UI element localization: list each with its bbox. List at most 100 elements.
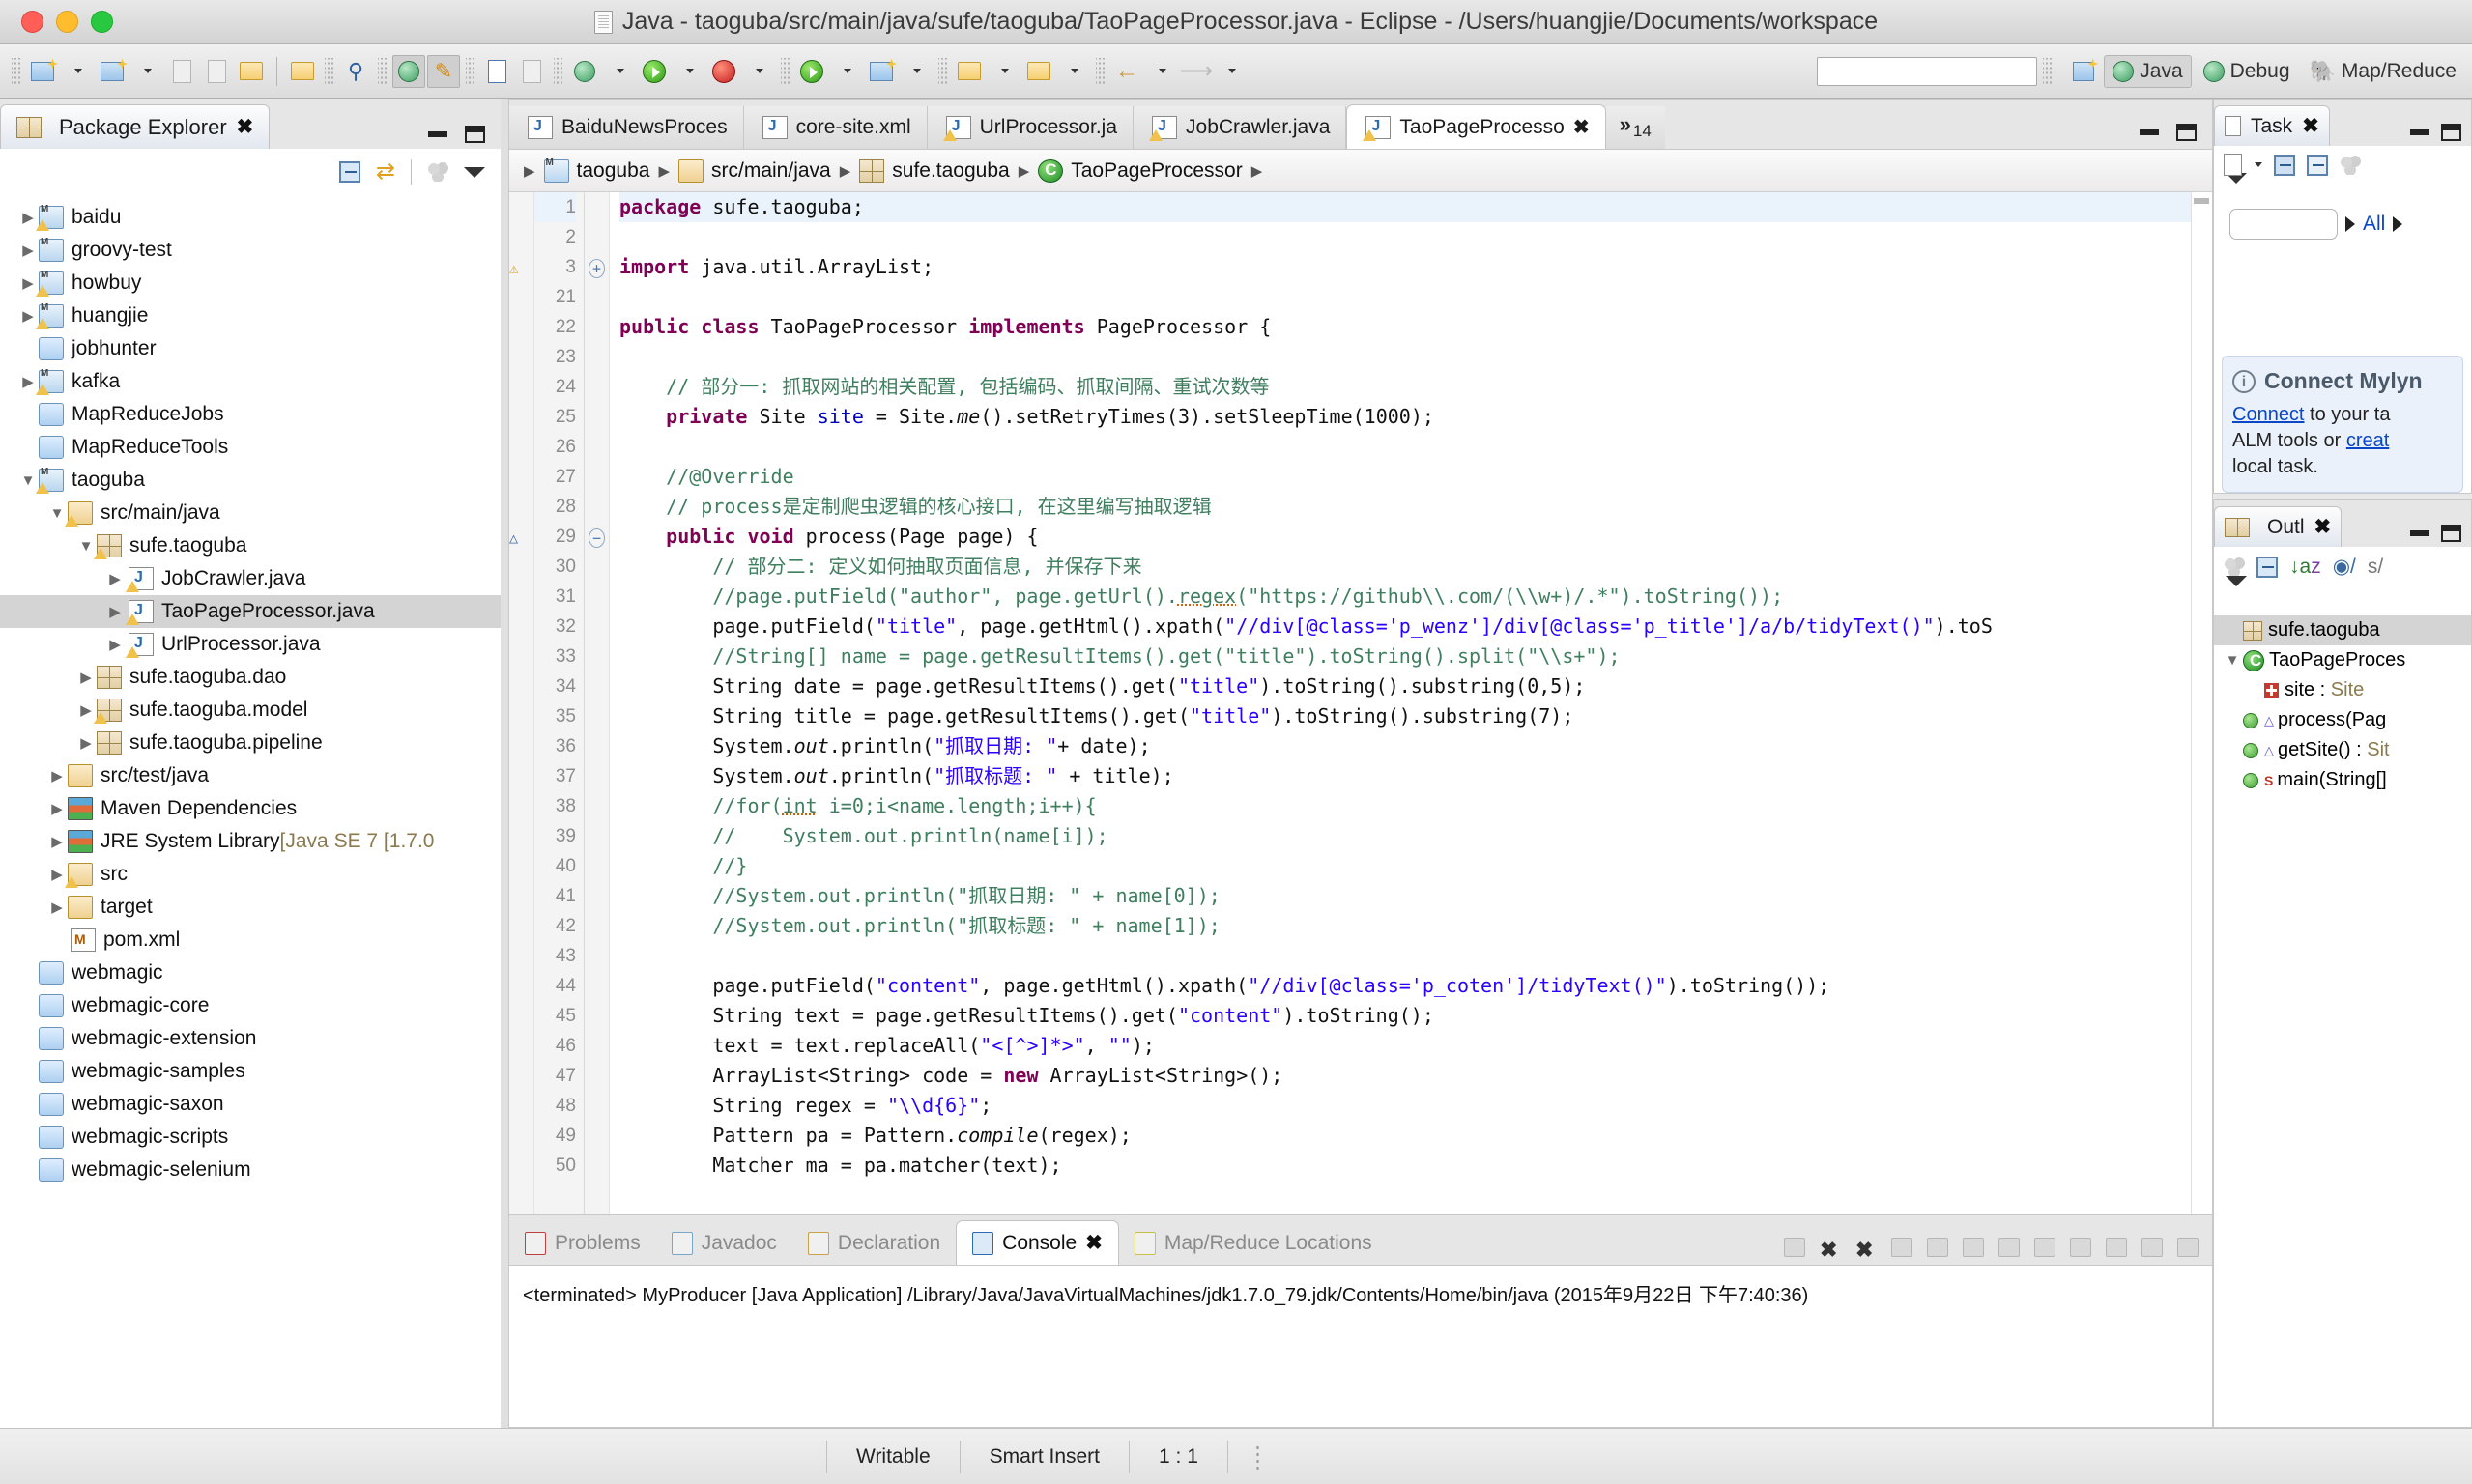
new-wizard-button[interactable]: [26, 55, 59, 88]
collapse-all-icon[interactable]: [2256, 556, 2278, 578]
overview-ruler[interactable]: [2191, 192, 2212, 1214]
chevron-right-icon[interactable]: ▶: [104, 603, 126, 620]
new-task-dropdown-icon[interactable]: [2255, 162, 2262, 167]
coverage-button[interactable]: [795, 55, 828, 88]
maximize-icon[interactable]: [2177, 1238, 2199, 1257]
code-line[interactable]: Pattern pa = Pattern.compile(regex);: [619, 1121, 2212, 1151]
tree-item-mapreducejobs[interactable]: MapReduceJobs: [0, 398, 501, 431]
window-controls[interactable]: [0, 11, 113, 33]
save-button[interactable]: [165, 55, 198, 88]
tree-item-jre-system-library[interactable]: ▶ JRE System Library [Java SE 7 [1.7.0: [0, 825, 501, 858]
tab-outline[interactable]: Outl ✖: [2214, 506, 2343, 547]
pen-tool-button[interactable]: ✎: [427, 54, 460, 88]
outline-tree[interactable]: sufe.taoguba▼TaoPageProcessite : Site△pr…: [2214, 608, 2471, 795]
code-line[interactable]: // 部分二: 定义如何抽取页面信息, 并保存下来: [619, 552, 2212, 582]
toolbar-grip-7[interactable]: [938, 57, 947, 85]
bottom-tab-javadoc[interactable]: Javadoc: [656, 1222, 792, 1265]
fold-toggle-icon[interactable]: +: [585, 252, 609, 282]
close-window-button[interactable]: [21, 11, 43, 33]
terminate-icon[interactable]: [1784, 1238, 1805, 1257]
view-menu-icon[interactable]: [2226, 576, 2247, 603]
coverage-dropdown-button[interactable]: [830, 55, 863, 88]
tree-item-target[interactable]: ▶ target: [0, 891, 501, 924]
open-perspective-button[interactable]: [2067, 55, 2100, 88]
tree-item-src[interactable]: ▶ src: [0, 858, 501, 891]
toolbar-grip-3[interactable]: [378, 57, 387, 85]
toolbar-grip-2[interactable]: [325, 57, 333, 85]
code-line[interactable]: public void process(Page page) {: [619, 522, 2212, 552]
search-button[interactable]: [953, 55, 986, 88]
back-button[interactable]: ←: [1110, 55, 1143, 88]
tree-item-kafka[interactable]: ▶kafka: [0, 365, 501, 398]
fold-toggle-icon[interactable]: −: [585, 522, 609, 552]
chevron-right-icon[interactable]: ▶: [17, 242, 39, 259]
tree-item-sufe-taoguba[interactable]: ▼ sufe.taoguba: [0, 529, 501, 562]
code-line[interactable]: [619, 432, 2212, 462]
tree-item-mapreducetools[interactable]: MapReduceTools: [0, 431, 501, 464]
focus-on-active-task-icon[interactable]: [427, 162, 448, 182]
toolbar-grip[interactable]: [12, 57, 20, 85]
quick-access-input[interactable]: [1817, 56, 2038, 86]
chevron-right-icon[interactable]: ▶: [837, 162, 854, 180]
run-last-tool-button[interactable]: [392, 54, 425, 88]
tree-item-webmagic-scripts[interactable]: webmagic-scripts: [0, 1121, 501, 1154]
filter-prev-icon[interactable]: [2345, 216, 2355, 232]
bottom-tab-problems[interactable]: Problems: [509, 1222, 656, 1265]
categorized-view-icon[interactable]: [2274, 154, 2295, 176]
tree-item-webmagic-saxon[interactable]: webmagic-saxon: [0, 1088, 501, 1121]
minimize-icon[interactable]: [428, 131, 447, 137]
save-all-button[interactable]: [200, 55, 233, 88]
code-line[interactable]: ArrayList<String> code = new ArrayList<S…: [619, 1061, 2212, 1091]
chevron-right-icon[interactable]: ▶: [75, 669, 97, 686]
new-dropdown-button[interactable]: [61, 55, 94, 88]
hide-static-icon[interactable]: s/: [2368, 556, 2383, 579]
tree-item-src-main-java[interactable]: ▼ src/main/java: [0, 497, 501, 529]
maximize-icon[interactable]: [465, 126, 485, 143]
code-line[interactable]: //for(int i=0;i<name.length;i++){: [619, 791, 2212, 821]
tree-item-taopageprocessor-java[interactable]: ▶ TaoPageProcessor.java: [0, 595, 501, 628]
tree-item-sufe-taoguba-model[interactable]: ▶ sufe.taoguba.model: [0, 694, 501, 727]
code-line[interactable]: text = text.replaceAll("<[^>]*>", "");: [619, 1031, 2212, 1061]
chevron-right-icon[interactable]: ▶: [46, 767, 68, 785]
forward-dropdown-button[interactable]: [1215, 55, 1248, 88]
chevron-right-icon[interactable]: ▶: [46, 833, 68, 850]
maximize-icon[interactable]: [2441, 124, 2461, 141]
tree-item-webmagic-extension[interactable]: webmagic-extension: [0, 1022, 501, 1055]
code-line[interactable]: // 部分一: 抓取网站的相关配置, 包括编码、抓取间隔、重试次数等: [619, 372, 2212, 402]
connect-link[interactable]: Connect: [2232, 404, 2305, 425]
code-line[interactable]: String title = page.getResultItems().get…: [619, 701, 2212, 731]
code-line[interactable]: //}: [619, 851, 2212, 881]
code-line[interactable]: public class TaoPageProcessor implements…: [619, 312, 2212, 342]
filter-next-icon[interactable]: [2393, 216, 2403, 232]
display-selected-icon[interactable]: [2034, 1238, 2055, 1257]
focus-task-icon[interactable]: [2340, 155, 2361, 175]
minimize-icon[interactable]: [2140, 129, 2159, 135]
sort-az-icon[interactable]: ↓az: [2289, 556, 2321, 579]
code-line[interactable]: //System.out.println("抓取标题: " + name[1])…: [619, 911, 2212, 941]
tree-item-webmagic[interactable]: webmagic: [0, 956, 501, 989]
new-dropdown2-button[interactable]: [130, 55, 163, 88]
code-line[interactable]: [619, 342, 2212, 372]
tree-item-huangjie[interactable]: ▶huangjie: [0, 300, 501, 332]
chevron-right-icon[interactable]: ▶: [1249, 162, 1266, 180]
tree-item-baidu[interactable]: ▶baidu: [0, 201, 501, 234]
collapse-all-icon[interactable]: [338, 161, 360, 183]
breadcrumb-item-sufe-taoguba[interactable]: sufe.taoguba: [859, 158, 1010, 183]
clear-console-icon[interactable]: [1891, 1238, 1912, 1257]
status-resize-grip[interactable]: [1254, 1443, 1261, 1470]
focus-on-active-task-icon[interactable]: [2224, 556, 2245, 577]
code-line[interactable]: private Site site = Site.me().setRetryTi…: [619, 402, 2212, 432]
run-external-button[interactable]: [707, 55, 740, 88]
hide-nonpublic-icon[interactable]: ◉/: [2333, 555, 2356, 579]
search-icon-button[interactable]: ⚲: [339, 55, 372, 88]
new-class-button[interactable]: [865, 55, 898, 88]
code-line[interactable]: String text = page.getResultItems().get(…: [619, 1001, 2212, 1031]
remove-launch-icon[interactable]: ✖: [1820, 1238, 1841, 1262]
maximize-icon[interactable]: [2176, 124, 2197, 141]
editor-tab-taopageprocesso[interactable]: TaoPageProcesso ✖: [1346, 104, 1606, 149]
code-line[interactable]: //String[] name = page.getResultItems().…: [619, 642, 2212, 671]
view-menu-icon[interactable]: [2226, 173, 2247, 200]
bottom-tab-declaration[interactable]: Declaration: [792, 1222, 956, 1265]
tree-item-jobcrawler-java[interactable]: ▶ JobCrawler.java: [0, 562, 501, 595]
outline-item-site-site[interactable]: site : Site: [2214, 675, 2471, 705]
